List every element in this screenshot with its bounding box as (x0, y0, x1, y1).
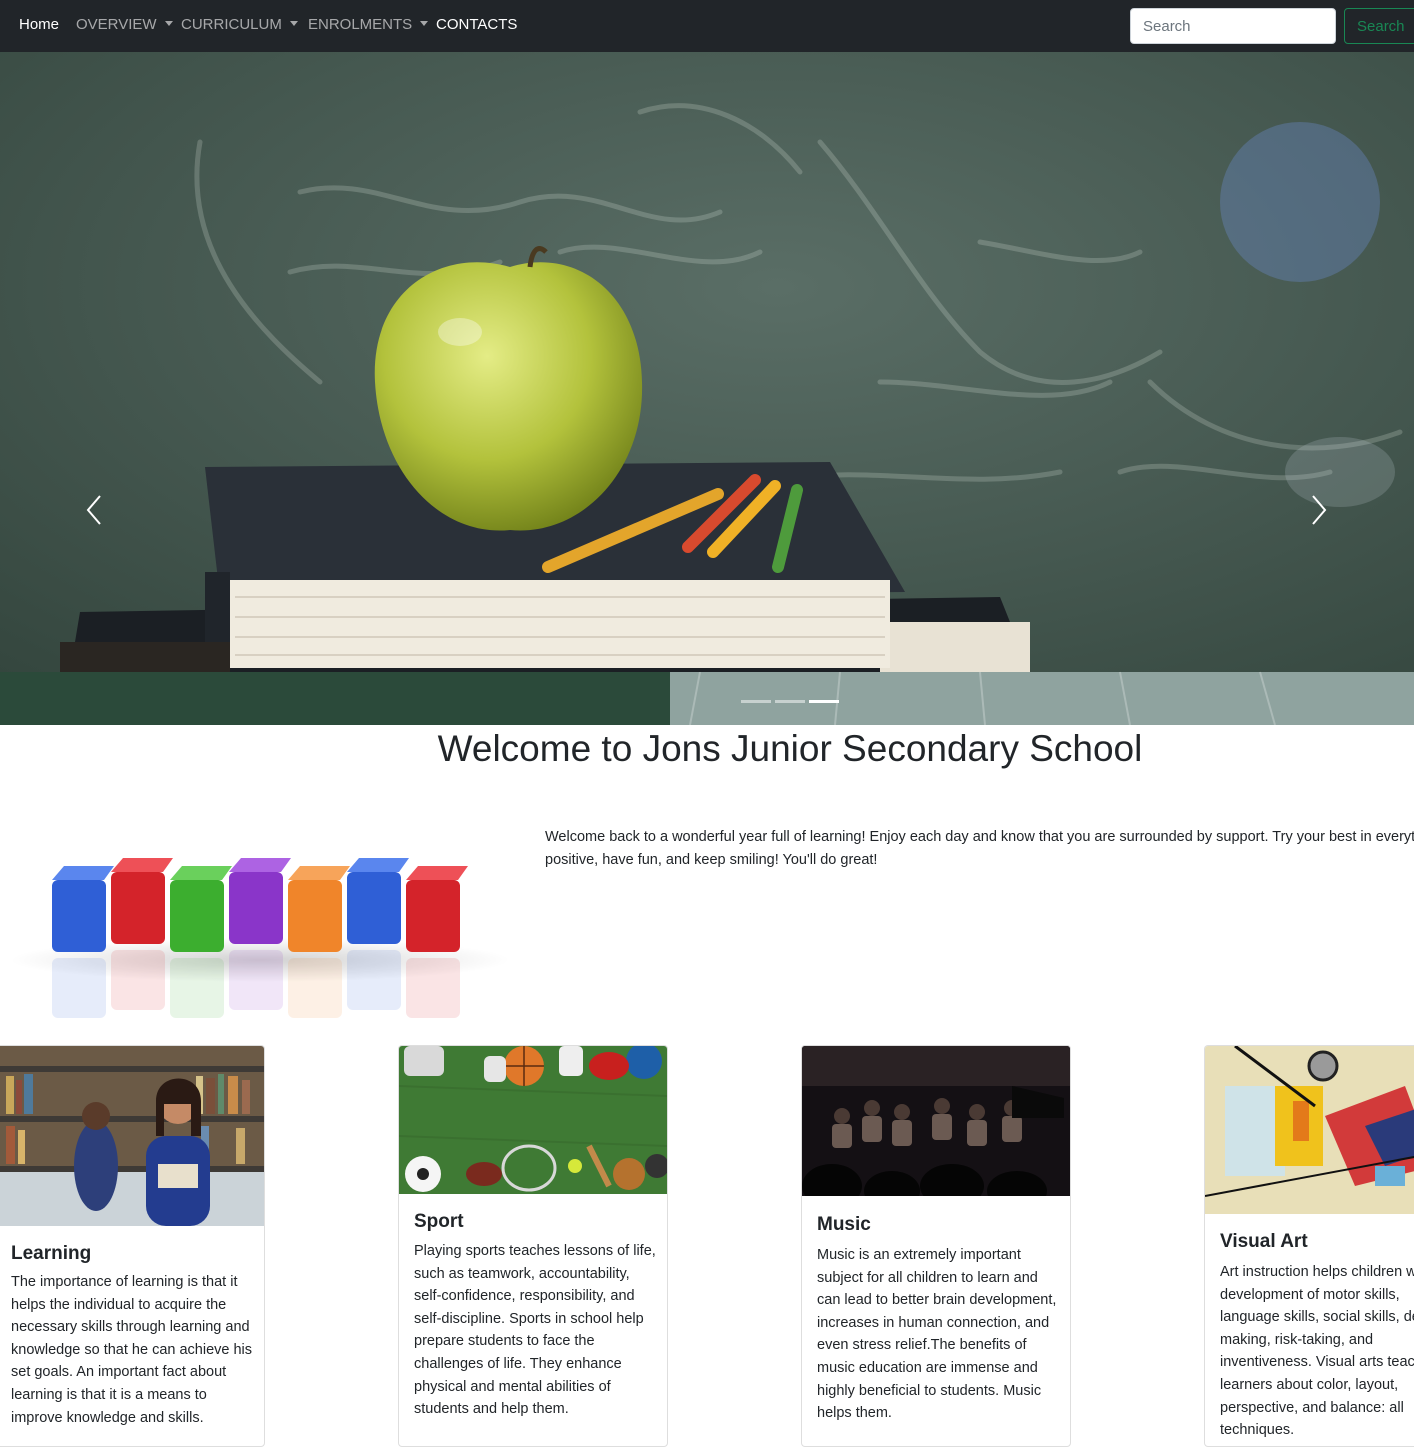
sport-equipment-image (399, 1046, 667, 1194)
nav-home-link[interactable]: Home (19, 16, 59, 33)
search-button[interactable]: Search (1344, 8, 1414, 44)
card-learning: Learning The importance of learning is t… (0, 1045, 265, 1447)
chevron-right-icon (1312, 495, 1327, 525)
card-text-sport: Playing sports teaches lessons of life, … (414, 1243, 656, 1418)
nav-curriculum-dropdown[interactable]: CURRICULUM (181, 16, 298, 33)
music-orchestra-image (802, 1046, 1070, 1196)
caret-down-icon (289, 21, 298, 26)
nav-enrolments-label: ENROLMENTS (308, 16, 413, 33)
carousel-next-button[interactable] (1303, 492, 1333, 528)
hero-image-apple-books (0, 52, 1414, 725)
card-text-learning: The importance of learning is that it he… (11, 1274, 253, 1426)
caret-down-icon (164, 21, 173, 26)
welcome-block (406, 866, 468, 1018)
card-music: Music Music is an extremely important su… (801, 1045, 1071, 1447)
carousel-indicator-3[interactable] (809, 700, 839, 703)
card-text-visual-art: Art instruction helps children with the … (1220, 1264, 1414, 1439)
welcome-block (170, 866, 232, 1018)
nav-curriculum-label: CURRICULUM (181, 16, 282, 33)
card-visual-art: Visual Art Art instruction helps childre… (1204, 1045, 1414, 1447)
welcome-block (229, 858, 291, 1010)
card-text-music: Music is an extremely important subject … (817, 1247, 1057, 1422)
welcome-blocks-image (10, 858, 510, 1018)
search-input[interactable] (1130, 8, 1336, 44)
nav-overview-dropdown[interactable]: OVERVIEW (76, 16, 173, 33)
welcome-text: Welcome back to a wonderful year full of… (545, 829, 1414, 868)
welcome-heading: Welcome to Jons Junior Secondary School (437, 728, 1143, 769)
nav-enrolments-dropdown[interactable]: ENROLMENTS (308, 16, 429, 33)
carousel-indicator-1[interactable] (741, 700, 771, 703)
card-title-music: Music (817, 1214, 871, 1235)
nav-contacts-link[interactable]: CONTACTS (436, 16, 517, 33)
card-title-sport: Sport (414, 1211, 464, 1232)
welcome-block (52, 866, 114, 1018)
card-sport: Sport Playing sports teaches lessons of … (398, 1045, 668, 1447)
hero-carousel (0, 52, 1414, 725)
card-title-learning: Learning (11, 1243, 92, 1264)
chevron-left-icon (86, 495, 101, 525)
welcome-block (288, 866, 350, 1018)
navbar: Home OVERVIEW CURRICULUM ENROLMENTS CONT… (0, 0, 1414, 52)
card-title-visual-art: Visual Art (1220, 1231, 1308, 1252)
carousel-prev-button[interactable] (80, 492, 110, 528)
welcome-block (347, 858, 409, 1010)
caret-down-icon (420, 21, 429, 26)
learning-library-image (0, 1046, 264, 1226)
welcome-block (111, 858, 173, 1010)
visual-art-painting-image (1205, 1046, 1414, 1214)
nav-overview-label: OVERVIEW (76, 16, 157, 33)
carousel-indicator-2[interactable] (775, 700, 805, 703)
